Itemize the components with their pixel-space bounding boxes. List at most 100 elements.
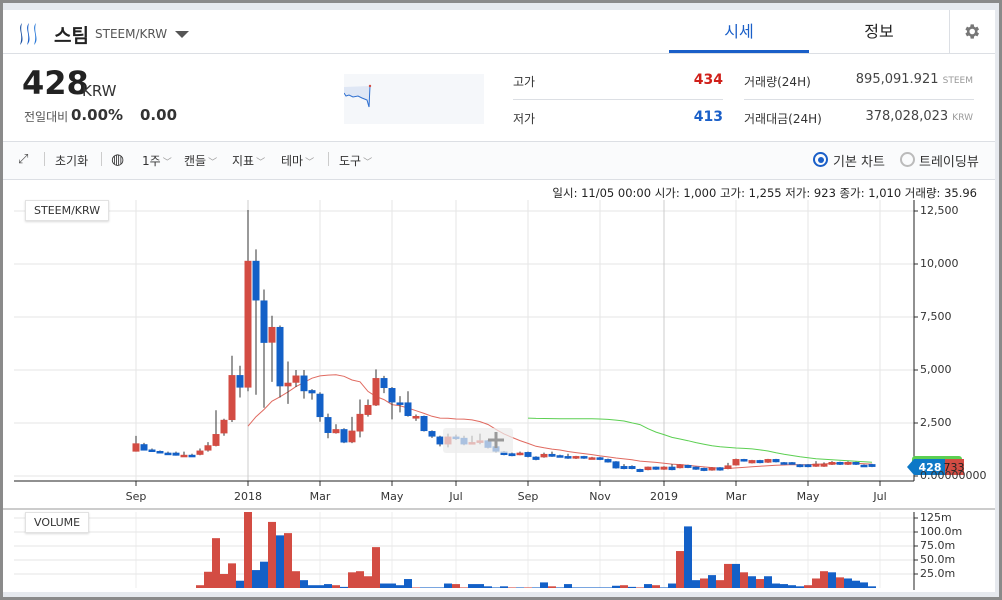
volume-bar [788,585,796,588]
candle-body [740,459,748,462]
volume-bar [564,584,572,588]
candle-body [660,466,668,470]
volume-tick-label: 125m [920,511,952,524]
volume-bar [764,576,772,588]
candle-body [140,444,148,451]
volume-bar [404,579,412,588]
volume-bar [196,585,204,588]
volume-bar [268,521,276,588]
candle-body [412,416,420,419]
candle-body [420,416,428,432]
x-tick-label: May [380,490,404,503]
candle-body [580,456,588,459]
volume-bar [652,585,660,588]
y-tick-label: 0.00000000 [920,469,987,482]
candle-body [340,429,348,443]
volume-bar [668,583,676,588]
moving-average-line-15 [247,374,873,470]
volume-bar [676,551,684,588]
candle-body [540,453,548,458]
candle-body [748,460,756,464]
candle-body [756,460,764,464]
candle-body [708,467,716,471]
x-tick-label: 2018 [234,490,262,503]
volume-bar [868,586,876,588]
candle-body [668,466,676,471]
candle-body [636,469,644,472]
volume-bar [692,580,700,588]
volume-bar [508,587,516,588]
candle-body [612,461,620,469]
volume-bar [756,579,764,588]
volume-bar [548,586,556,588]
candle-body [284,382,292,387]
volume-bar [716,580,724,588]
volume-bar [236,580,244,588]
volume-bar [340,586,348,588]
candle-body [844,462,852,465]
candle-body [348,430,356,443]
candle-body [780,462,788,465]
candle-body [276,326,284,387]
volume-bar [644,584,652,588]
candle-body [436,436,444,445]
volume-bar [204,571,212,588]
candle-body [860,464,868,468]
x-tick-label: Mar [725,490,747,503]
candle-body [292,375,300,383]
volume-bar [484,586,492,588]
candle-body [556,455,564,458]
volume-bar [284,533,292,588]
candle-body [428,431,436,437]
volume-bar [260,561,268,588]
volume-bar [572,587,580,588]
candle-body [132,443,140,452]
volume-bar [292,571,300,588]
candle-body [308,390,316,394]
candle-body [196,450,204,455]
volume-bar [580,587,588,588]
volume-bar [252,570,260,588]
candle-body [732,459,740,466]
volume-bar [348,572,356,588]
candle-body [148,449,156,452]
volume-bar [380,583,388,588]
candle-body [396,402,404,405]
y-tick-label: 10,000 [920,257,959,270]
candle-body [508,453,516,457]
candle-body [548,453,556,457]
candle-body [268,326,276,343]
volume-bar [412,587,420,588]
volume-bar [276,535,284,588]
volume-bar [604,587,612,588]
candlestick-chart[interactable]: 428 733 [0,0,1002,600]
candle-body [852,462,860,465]
candle-body [180,454,188,458]
volume-bar [356,571,364,588]
moving-average-line-50 [527,417,873,463]
volume-bar [220,574,228,588]
volume-bar [460,587,468,588]
volume-bar [596,587,604,588]
volume-bar [212,538,220,588]
volume-bar [468,584,476,588]
volume-bar [388,583,396,588]
volume-bar [492,587,500,588]
volume-bar [860,582,868,588]
candle-body [724,465,732,470]
volume-bar [748,576,756,588]
volume-tick-label: 25.0m [920,567,956,580]
volume-bar [628,586,636,588]
volume-bar [244,512,252,588]
candle-body [716,467,724,471]
candle-body [532,456,540,460]
volume-bar [452,584,460,588]
volume-bar [828,572,836,588]
volume-tick-label: 50.0m [920,553,956,566]
candle-body [404,402,412,417]
volume-bar [444,583,452,588]
volume-bar [420,587,428,588]
volume-bar [820,571,828,588]
volume-bar [588,587,596,588]
candle-body [764,459,772,463]
